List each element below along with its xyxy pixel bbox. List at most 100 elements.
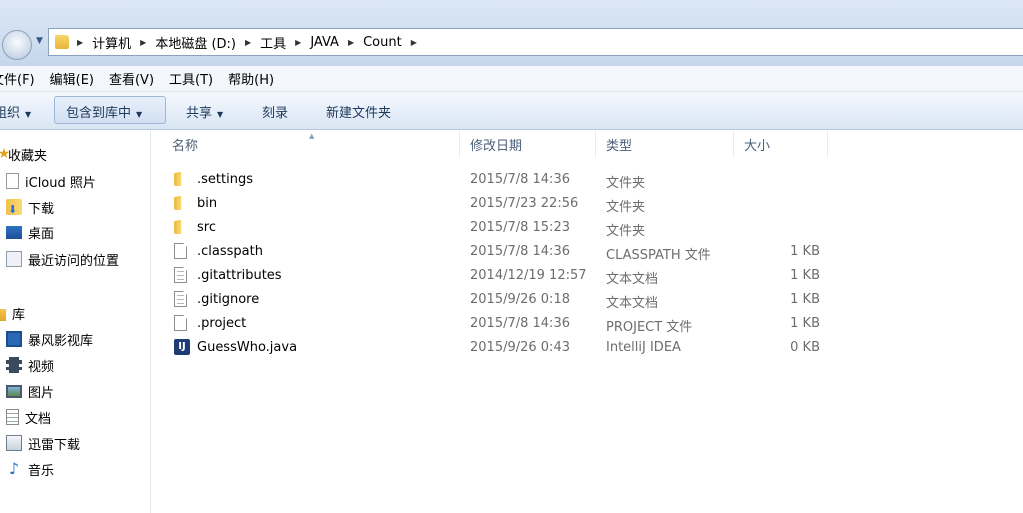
nav-favorites[interactable]: ★ 收藏夹 (0, 144, 47, 164)
menu-edit[interactable]: 编辑(E) (50, 69, 94, 88)
nav-baofeng-library[interactable]: 暴风影视库 (6, 329, 93, 349)
table-row[interactable]: .gitignore 2015/9/26 0:18 文本文档 1 KB (152, 289, 1023, 312)
file-name: .gitattributes (197, 268, 282, 283)
column-header-type[interactable]: 类型 (596, 131, 734, 157)
page-icon (6, 173, 19, 189)
folder-icon (174, 195, 190, 212)
file-type: PROJECT 文件 (606, 320, 693, 335)
file-size: 1 KB (790, 268, 820, 283)
table-row[interactable]: IJ GuessWho.java 2015/9/26 0:43 IntelliJ… (152, 337, 1023, 360)
menu-file[interactable]: 文件(F) (0, 69, 35, 88)
include-in-library-button[interactable]: 包含到库中 ▼ (66, 102, 142, 121)
nav-label: 视频 (28, 359, 55, 375)
chevron-right-icon[interactable]: ▶ (245, 38, 251, 47)
file-name: bin (197, 196, 218, 211)
menu-bar: 文件(F) 编辑(E) 查看(V) 工具(T) 帮助(H) (0, 66, 1023, 92)
breadcrumb: ▶ 计算机 ▶ 本地磁盘 (D:) ▶ 工具 ▶ JAVA ▶ Count ▶ (77, 33, 426, 52)
breadcrumb-tools[interactable]: 工具 (260, 33, 286, 52)
file-type: 文件夹 (606, 200, 646, 215)
nav-desktop[interactable]: 桌面 (6, 222, 54, 242)
organize-label: 组织 (0, 106, 21, 121)
nav-libraries[interactable]: 库 (0, 303, 25, 323)
nav-icloud-photos[interactable]: iCloud 照片 (6, 171, 96, 191)
file-name: .project (197, 316, 247, 331)
file-type: 文件夹 (606, 176, 646, 191)
share-button[interactable]: 共享 ▼ (186, 102, 223, 121)
caret-down-icon: ▼ (136, 110, 143, 119)
table-row[interactable]: .project 2015/7/8 14:36 PROJECT 文件 1 KB (152, 313, 1023, 336)
sort-ascending-icon: ▲ (309, 132, 315, 140)
column-header-date-label: 修改日期 (470, 138, 523, 154)
column-header-name[interactable]: 名称 ▲ (152, 131, 460, 157)
address-input[interactable]: ▶ 计算机 ▶ 本地磁盘 (D:) ▶ 工具 ▶ JAVA ▶ Count ▶ (48, 28, 1023, 56)
music-note-icon: ♪ (8, 459, 20, 478)
file-date: 2015/7/8 14:36 (470, 316, 570, 331)
burn-button[interactable]: 刻录 (262, 102, 288, 121)
menu-tools[interactable]: 工具(T) (169, 69, 213, 88)
organize-button[interactable]: 组织 ▼ (0, 102, 31, 121)
file-name: .settings (197, 172, 253, 187)
back-button[interactable] (2, 30, 32, 60)
table-row[interactable]: .gitattributes 2014/12/19 12:57 文本文档 1 K… (152, 265, 1023, 288)
text-document-icon (174, 267, 190, 284)
file-name: .classpath (197, 244, 263, 259)
column-header-size[interactable]: 大小 (734, 131, 828, 157)
picture-icon (6, 384, 22, 398)
address-bar-area: ▼ ▶ 计算机 ▶ 本地磁盘 (D:) ▶ 工具 ▶ JAVA ▶ Count … (0, 0, 1023, 66)
breadcrumb-java[interactable]: JAVA (310, 35, 339, 50)
menu-view[interactable]: 查看(V) (109, 69, 154, 88)
file-size: 1 KB (790, 316, 820, 331)
folder-icon (174, 171, 190, 188)
caret-down-icon: ▼ (25, 110, 32, 119)
nav-documents[interactable]: 文档 (6, 407, 51, 427)
download-drive-icon (6, 435, 22, 451)
chevron-right-icon[interactable]: ▶ (348, 38, 354, 47)
file-type: 文件夹 (606, 224, 646, 239)
table-row[interactable]: bin 2015/7/23 22:56 文件夹 (152, 193, 1023, 216)
nav-label: 音乐 (28, 463, 55, 479)
nav-label: 暴风影视库 (28, 333, 94, 349)
breadcrumb-count[interactable]: Count (363, 35, 402, 50)
recent-pages-dropdown[interactable]: ▼ (36, 36, 43, 46)
nav-downloads[interactable]: ⬇ 下载 (6, 197, 54, 217)
chevron-right-icon[interactable]: ▶ (140, 38, 146, 47)
file-size: 1 KB (790, 292, 820, 307)
file-type: 文本文档 (606, 296, 659, 311)
chevron-right-icon[interactable]: ▶ (295, 38, 301, 47)
file-list: 名称 ▲ 修改日期 类型 大小 .settings 2015/7/8 14:36… (152, 131, 1023, 513)
nav-xunlei-downloads[interactable]: 迅雷下载 (6, 433, 80, 453)
file-date: 2015/7/23 22:56 (470, 196, 579, 211)
file-date: 2015/7/8 14:36 (470, 244, 570, 259)
breadcrumb-computer[interactable]: 计算机 (92, 33, 131, 52)
table-row[interactable]: .settings 2015/7/8 14:36 文件夹 (152, 169, 1023, 192)
text-document-icon (174, 291, 190, 308)
column-header-date[interactable]: 修改日期 (460, 131, 596, 157)
nav-pictures[interactable]: 图片 (6, 381, 54, 401)
new-folder-button[interactable]: 新建文件夹 (326, 102, 391, 121)
nav-label: 库 (12, 307, 26, 323)
nav-music[interactable]: ♪ 音乐 (6, 459, 54, 479)
chevron-right-icon[interactable]: ▶ (411, 38, 417, 47)
breadcrumb-drive-d[interactable]: 本地磁盘 (D:) (155, 33, 236, 52)
folder-icon (174, 219, 190, 236)
file-date: 2015/9/26 0:43 (470, 340, 570, 355)
desktop-icon (6, 225, 22, 239)
file-type: CLASSPATH 文件 (606, 248, 711, 263)
nav-recent-places[interactable]: 最近访问的位置 (6, 249, 119, 269)
document-icon (6, 409, 19, 425)
caret-down-icon: ▼ (217, 110, 224, 119)
nav-videos[interactable]: 视频 (6, 355, 54, 375)
column-header-name-label: 名称 (172, 138, 199, 154)
film-icon (6, 357, 22, 373)
file-name: src (197, 220, 216, 235)
table-row[interactable]: .classpath 2015/7/8 14:36 CLASSPATH 文件 1… (152, 241, 1023, 264)
share-label: 共享 (186, 106, 213, 121)
menu-help[interactable]: 帮助(H) (228, 69, 274, 88)
chevron-right-icon[interactable]: ▶ (77, 38, 83, 47)
table-row[interactable]: src 2015/7/8 15:23 文件夹 (152, 217, 1023, 240)
file-date: 2015/7/8 14:36 (470, 172, 570, 187)
file-date: 2015/7/8 15:23 (470, 220, 570, 235)
nav-label: 图片 (28, 385, 55, 401)
recent-places-icon (6, 251, 22, 267)
file-icon (174, 315, 190, 332)
